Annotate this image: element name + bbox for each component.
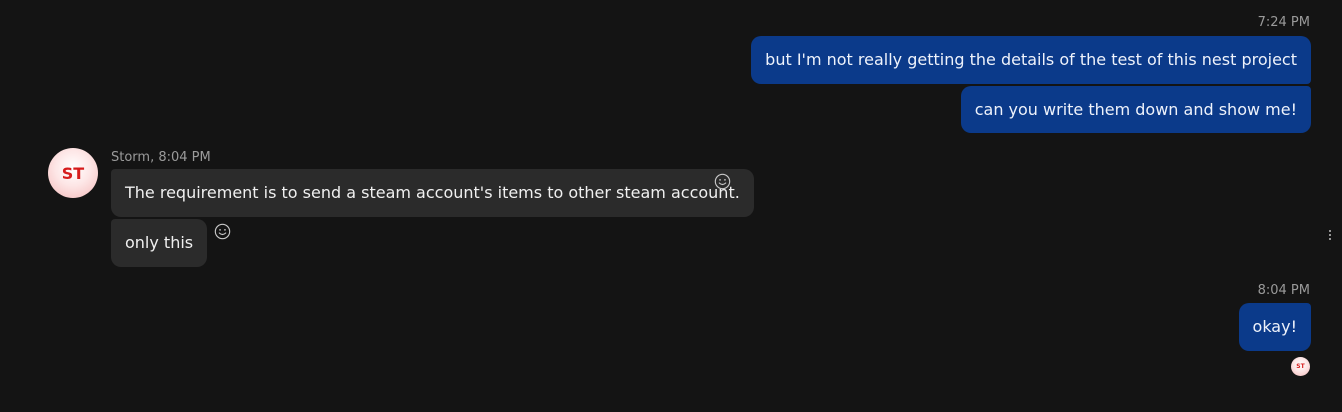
message-timestamp: 8:04 PM: [1257, 283, 1310, 298]
message-text: can you write them down and show me!: [974, 99, 1297, 119]
incoming-message-bubble[interactable]: only this: [111, 219, 208, 267]
message-timestamp: 7:24 PM: [1257, 15, 1310, 30]
sender-name-timestamp: Storm, 8:04 PM: [111, 150, 211, 165]
outgoing-message-bubble[interactable]: okay!: [1238, 303, 1311, 351]
message-text: okay!: [1252, 317, 1297, 336]
smiley-face-icon[interactable]: [214, 223, 231, 240]
chat-message-list: 7:24 PM but I'm not really getting the d…: [0, 0, 1342, 412]
smiley-face-icon[interactable]: [714, 173, 731, 190]
read-receipt-avatar: ST: [1291, 357, 1310, 376]
outgoing-message-bubble[interactable]: but I'm not really getting the details o…: [751, 36, 1311, 84]
vertical-ellipsis-icon[interactable]: [1327, 229, 1333, 241]
message-text: but I'm not really getting the details o…: [765, 50, 1297, 69]
outgoing-message-bubble[interactable]: can you write them down and show me!: [960, 86, 1311, 133]
message-text: only this: [125, 233, 194, 252]
message-text: The requirement is to send a steam accou…: [125, 183, 740, 202]
sender-avatar[interactable]: ST: [48, 148, 98, 198]
incoming-message-bubble[interactable]: The requirement is to send a steam accou…: [111, 169, 754, 217]
